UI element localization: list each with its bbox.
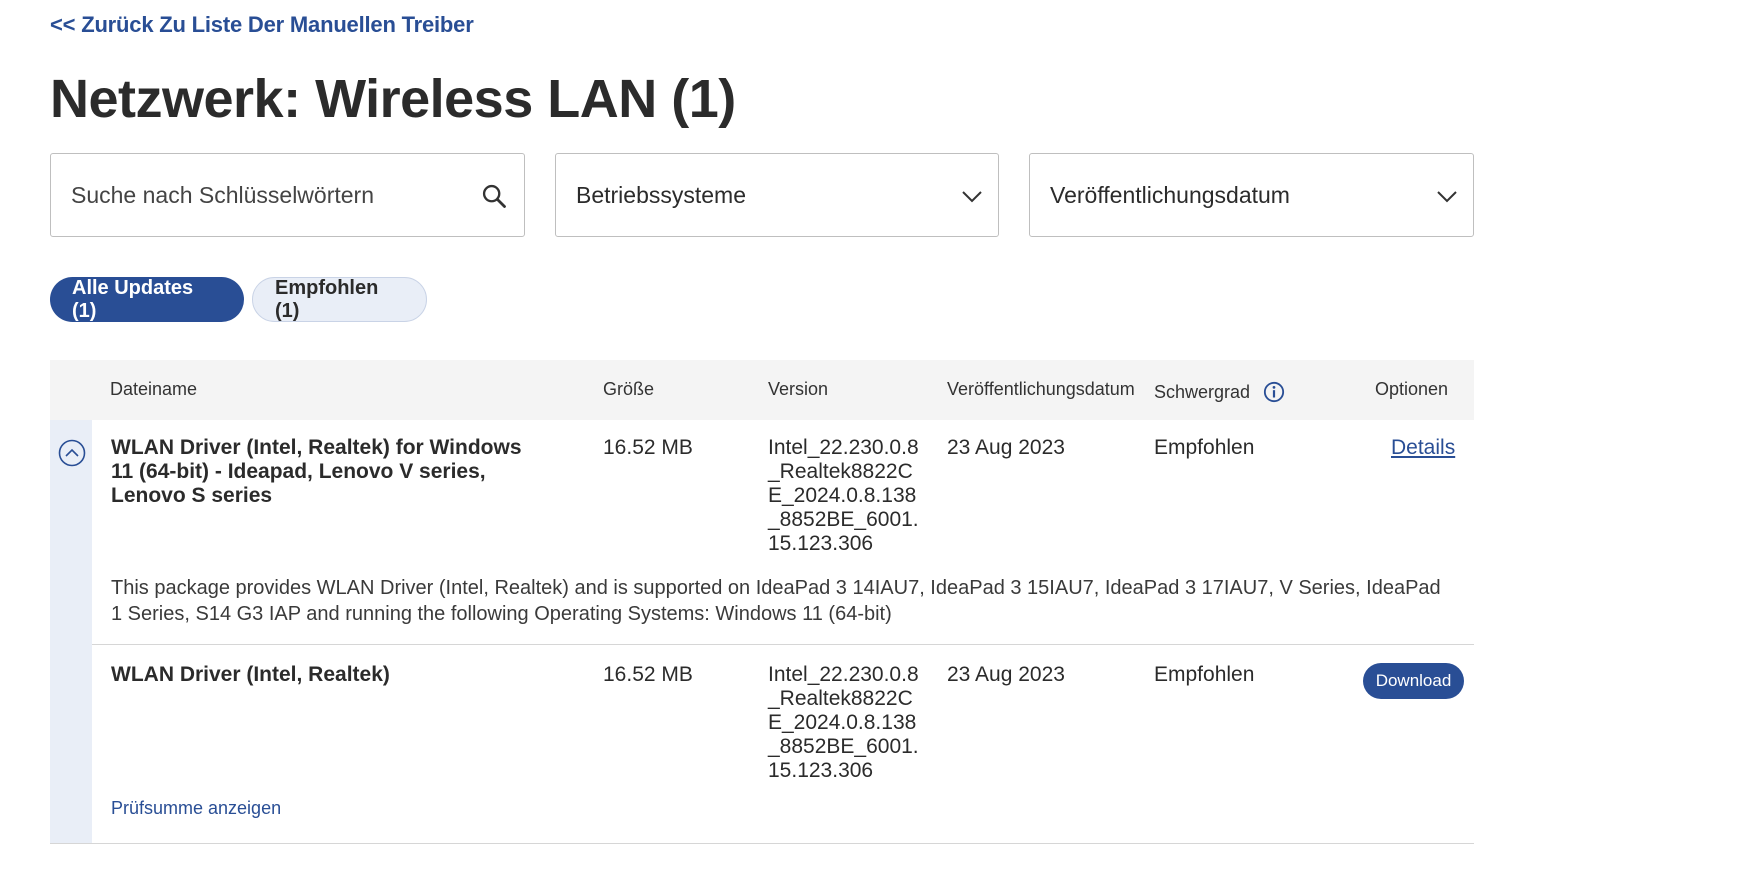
table-header: Dateiname Größe Version Veröffentlichung… [50,360,1474,420]
driver-table: Dateiname Größe Version Veröffentlichung… [50,360,1474,844]
download-button[interactable]: Download [1363,663,1464,699]
file-name: WLAN Driver (Intel, Realtek) [111,663,390,686]
file-size: 16.52 MB [603,663,693,686]
package-release-date: 23 Aug 2023 [947,436,1065,459]
header-version: Version [768,379,829,399]
chevron-down-icon [962,191,982,203]
header-severity: Schwergrad [1154,381,1285,403]
tab-recommended[interactable]: Empfohlen (1) [252,277,427,322]
release-date-dropdown[interactable]: Veröffentlichungsdatum [1029,153,1474,237]
header-options: Optionen [1375,379,1449,399]
details-link[interactable]: Details [1391,436,1455,460]
release-date-dropdown-label: Veröffentlichungsdatum [1050,181,1290,208]
table-bottom-divider [50,843,1474,844]
row-divider [92,644,1474,645]
file-release-date: 23 Aug 2023 [947,663,1065,686]
search-field[interactable] [50,153,525,237]
show-checksum-link[interactable]: Prüfsumme anzeigen [111,798,281,819]
header-release-date: Veröffentlichungsdatum [947,379,1135,399]
row-expand-strip [50,420,92,844]
package-name: WLAN Driver (Intel, Realtek) for Windows… [111,436,522,507]
header-filename: Dateiname [110,379,198,399]
chevron-up-circle-icon[interactable] [58,439,86,467]
header-severity-label: Schwergrad [1154,382,1251,402]
chevron-down-icon [1437,191,1457,203]
package-size: 16.52 MB [603,436,693,459]
os-dropdown-label: Betriebssysteme [576,181,747,208]
file-version: Intel_22.230.0.8_Realtek8822CE_2024.0.8.… [768,663,919,782]
header-size: Größe [603,379,655,399]
package-severity: Empfohlen [1154,436,1255,459]
back-to-driver-list-link[interactable]: << Zurück Zu Liste Der Manuellen Treiber [50,12,474,38]
search-input[interactable] [71,181,461,209]
tab-all-updates[interactable]: Alle Updates (1) [50,277,244,322]
search-icon[interactable] [480,182,508,210]
info-icon[interactable] [1263,381,1285,403]
package-description: This package provides WLAN Driver (Intel… [111,577,1441,625]
package-version: Intel_22.230.0.8_Realtek8822CE_2024.0.8.… [768,436,919,555]
page-title: Netzwerk: Wireless LAN (1) [50,69,736,129]
file-severity: Empfohlen [1154,663,1255,686]
os-dropdown[interactable]: Betriebssysteme [555,153,999,237]
